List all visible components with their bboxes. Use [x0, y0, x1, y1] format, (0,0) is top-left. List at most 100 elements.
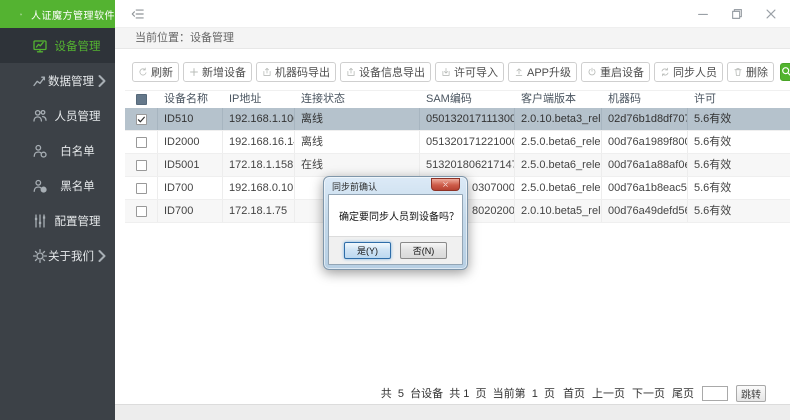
dialog-message: 确定要同步人员到设备吗？ — [329, 195, 462, 223]
column-header: 客户端版本 — [515, 91, 602, 108]
pagination-links: 首页上一页下一页尾页 — [563, 385, 694, 401]
row-checkbox[interactable] — [136, 160, 147, 171]
row-checkbox-cell — [125, 108, 158, 130]
search-icon — [781, 66, 790, 77]
machine-code-cell: 00d76a1b8eac566a… — [602, 177, 688, 199]
sidebar-item-about[interactable]: 关于我们 — [0, 238, 115, 273]
row-checkbox[interactable] — [136, 114, 147, 125]
row-checkbox-cell — [125, 131, 158, 153]
toolbar: 刷新新增设备机器码导出 设备信息导出 许可导入 APP升级 重启设备 同步人员 删除 — [132, 61, 784, 82]
row-checkbox-cell — [125, 177, 158, 199]
app-title: 人证魔方管理软件 — [31, 7, 115, 22]
delete-icon — [733, 67, 743, 77]
ip-cell: 192.168.0.101 — [223, 177, 295, 199]
toolbar-button-label: 重启设备 — [600, 64, 644, 80]
toolbar-button-label: 许可导入 — [454, 64, 498, 80]
sidebar: 人证魔方管理软件 设备管理数据管理人员管理白名单黑名单配置管理关于我们 — [0, 0, 115, 420]
app-window: 人证魔方管理软件 设备管理数据管理人员管理白名单黑名单配置管理关于我们 当前位置… — [0, 0, 790, 420]
info-export-button[interactable]: 设备信息导出 — [340, 62, 431, 82]
sync-icon — [660, 67, 670, 77]
machine-code-cell: 02d76b1d8df70719… — [602, 108, 688, 130]
chevron-right-icon — [94, 248, 110, 264]
toolbar-button-label: 同步人员 — [673, 64, 717, 80]
sidebar-item-personnel[interactable]: 人员管理 — [0, 98, 115, 133]
jump-button[interactable]: 跳转 — [736, 385, 766, 402]
sidebar-item-device[interactable]: 设备管理 — [0, 28, 115, 63]
license-cell: 5.6有效 — [688, 131, 790, 153]
version-cell: 2.5.0.beta6_release — [515, 177, 602, 199]
column-header: SAM编码 — [420, 91, 515, 108]
app-logo: 人证魔方管理软件 — [0, 0, 115, 28]
sync-confirm-dialog: 同步前确认 确定要同步人员到设备吗？ 是(Y) 否(N) — [323, 176, 468, 270]
sidebar-item-label: 配置管理 — [48, 213, 107, 229]
export-icon — [262, 67, 272, 77]
version-cell: 2.0.10.beta3_release — [515, 108, 602, 130]
add-device-button[interactable]: 新增设备 — [183, 62, 252, 82]
row-checkbox-cell — [125, 200, 158, 222]
refresh-button[interactable]: 刷新 — [132, 62, 179, 82]
close-button[interactable] — [764, 7, 778, 21]
sidebar-item-blacklist[interactable]: 黑名单 — [0, 168, 115, 203]
table-row[interactable]: ID2000192.168.16.146离线0513201712210000…2… — [125, 131, 790, 154]
maximize-button[interactable] — [730, 7, 744, 21]
prev-page-link[interactable]: 上一页 — [592, 385, 625, 401]
sam-cell: 0501320171113000… — [420, 108, 515, 130]
check-icon — [137, 115, 146, 124]
version-cell: 2.5.0.beta6_release — [515, 131, 602, 153]
table-header-row: 设备名称IP地址连接状态SAM编码客户端版本机器码许可 — [125, 91, 790, 108]
main-area: 当前位置：设备管理 刷新新增设备机器码导出设备信息导出许可导入APP升级重启设备… — [115, 0, 790, 420]
sidebar-item-config[interactable]: 配置管理 — [0, 203, 115, 238]
row-checkbox[interactable] — [136, 206, 147, 217]
column-header: 设备名称 — [158, 91, 223, 108]
dialog-close-button[interactable] — [431, 178, 460, 191]
upload-icon — [514, 67, 524, 77]
app-upgrade-button[interactable]: APP升级 — [508, 62, 577, 82]
last-page-link[interactable]: 尾页 — [672, 385, 694, 401]
blacklist-icon — [32, 178, 48, 194]
restart-device-button[interactable]: 重启设备 — [581, 62, 650, 82]
row-checkbox[interactable] — [136, 137, 147, 148]
ip-cell: 172.18.1.158 — [223, 154, 295, 176]
sidebar-item-whitelist[interactable]: 白名单 — [0, 133, 115, 168]
license-import-button[interactable]: 许可导入 — [435, 62, 504, 82]
version-cell: 2.0.10.beta5_release — [515, 200, 602, 222]
collapse-sidebar-icon[interactable] — [130, 7, 145, 21]
table-row[interactable]: ID5001172.18.1.158在线5132018062171475…2.5… — [125, 154, 790, 177]
sidebar-item-data[interactable]: 数据管理 — [0, 63, 115, 98]
window-controls — [696, 0, 778, 28]
toolbar-button-label: 删除 — [746, 64, 768, 80]
toolbar-button-label: APP升级 — [527, 64, 571, 80]
column-header: 机器码 — [602, 91, 688, 108]
sync-personnel-button[interactable]: 同步人员 — [654, 62, 723, 82]
minimize-button[interactable] — [696, 7, 710, 21]
machine-code-cell: 00d76a1989f8006e4… — [602, 131, 688, 153]
config-icon — [32, 213, 48, 229]
dialog-no-button[interactable]: 否(N) — [400, 242, 447, 259]
refresh-icon — [138, 67, 148, 77]
toolbar-button-label: 设备信息导出 — [359, 64, 425, 80]
license-cell: 5.6有效 — [688, 154, 790, 176]
ip-cell: 192.168.1.100 — [223, 108, 295, 130]
version-cell: 2.5.0.beta6_release — [515, 154, 602, 176]
sidebar-menu: 设备管理数据管理人员管理白名单黑名单配置管理关于我们 — [0, 28, 115, 273]
page-number-input[interactable] — [702, 386, 728, 401]
license-cell: 5.6有效 — [688, 108, 790, 130]
device-name-cell: ID2000 — [158, 131, 223, 153]
row-checkbox[interactable] — [136, 183, 147, 194]
pagination: 共 5 台设备 共 1 页 当前第 1 页 首页上一页下一页尾页 跳转 — [381, 384, 766, 402]
shield-person-icon — [20, 6, 22, 23]
search-button[interactable] — [780, 63, 790, 81]
table-row[interactable]: ID510192.168.1.100离线0501320171113000…2.0… — [125, 108, 790, 131]
select-all-checkbox[interactable] — [136, 94, 147, 105]
dialog-yes-button[interactable]: 是(Y) — [344, 242, 391, 259]
first-page-link[interactable]: 首页 — [563, 385, 585, 401]
license-cell: 5.6有效 — [688, 177, 790, 199]
delete-button[interactable]: 删除 — [727, 62, 774, 82]
machine-export-button[interactable]: 机器码导出 — [256, 62, 336, 82]
sidebar-item-label: 关于我们 — [48, 248, 94, 264]
restart-icon — [587, 67, 597, 77]
next-page-link[interactable]: 下一页 — [632, 385, 665, 401]
device-icon — [32, 38, 48, 54]
status-cell: 离线 — [295, 108, 420, 130]
sidebar-item-label: 黑名单 — [48, 178, 107, 194]
